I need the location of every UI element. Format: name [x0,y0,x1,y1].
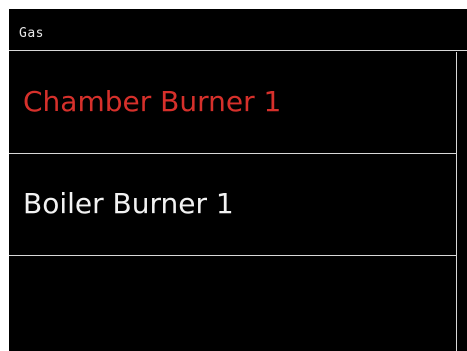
scrollbar[interactable] [456,52,467,351]
list-item-boiler-burner-1[interactable]: Boiler Burner 1 [9,154,456,256]
burner-list: Chamber Burner 1 Boiler Burner 1 [9,52,456,351]
list-item-label: Boiler Burner 1 [23,187,234,220]
list-item-chamber-burner-1[interactable]: Chamber Burner 1 [9,52,456,154]
list-item-empty[interactable] [9,256,456,351]
gas-menu-screen: Gas Chamber Burner 1 Boiler Burner 1 [9,9,467,351]
page-title: Gas [19,26,44,41]
list-item-label: Chamber Burner 1 [23,85,282,118]
header-bar: Gas [9,9,467,51]
